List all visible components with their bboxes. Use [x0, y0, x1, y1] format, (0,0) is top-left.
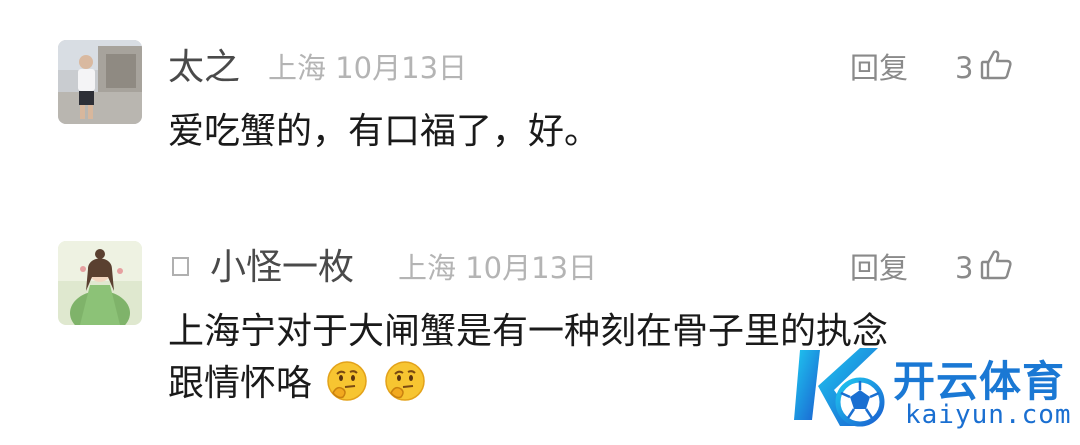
- date: 10月13日: [335, 51, 468, 85]
- comment-text: 爱吃蟹的，有口福了，好。: [168, 111, 601, 152]
- like-button[interactable]: 3: [955, 246, 1013, 290]
- comment-text: 上海宁对于大闸蟹是有一种刻在骨子里的执念 跟情怀咯: [168, 306, 888, 410]
- date: 10月13日: [465, 251, 598, 285]
- thinking-emoji-icon: [383, 359, 427, 403]
- username[interactable]: 太之: [168, 46, 240, 90]
- avatar[interactable]: [58, 40, 142, 124]
- reply-button[interactable]: 回复: [850, 46, 908, 90]
- thumbs-up-icon: [979, 248, 1013, 289]
- comment-meta: 上海 10月13日: [398, 246, 597, 290]
- reply-button[interactable]: 回复: [850, 246, 908, 290]
- thinking-emoji-icon: [325, 359, 369, 403]
- thumbs-up-icon: [979, 48, 1013, 89]
- like-count: 3: [955, 51, 974, 85]
- brand-watermark: 开云体育 kaiyun.com: [790, 340, 1075, 440]
- location: 上海: [268, 51, 327, 85]
- username[interactable]: 小怪一枚: [210, 246, 354, 290]
- kaiyun-logo-icon: [794, 348, 885, 427]
- brand-name-en: kaiyun.com: [905, 400, 1072, 430]
- location: 上海: [398, 251, 457, 285]
- checkbox-icon: [172, 257, 189, 276]
- like-count: 3: [955, 251, 974, 285]
- like-button[interactable]: 3: [955, 46, 1013, 90]
- comment-meta: 上海 10月13日: [268, 46, 467, 90]
- comment-text-line-2: 跟情怀咯: [168, 358, 888, 410]
- avatar[interactable]: [58, 241, 142, 325]
